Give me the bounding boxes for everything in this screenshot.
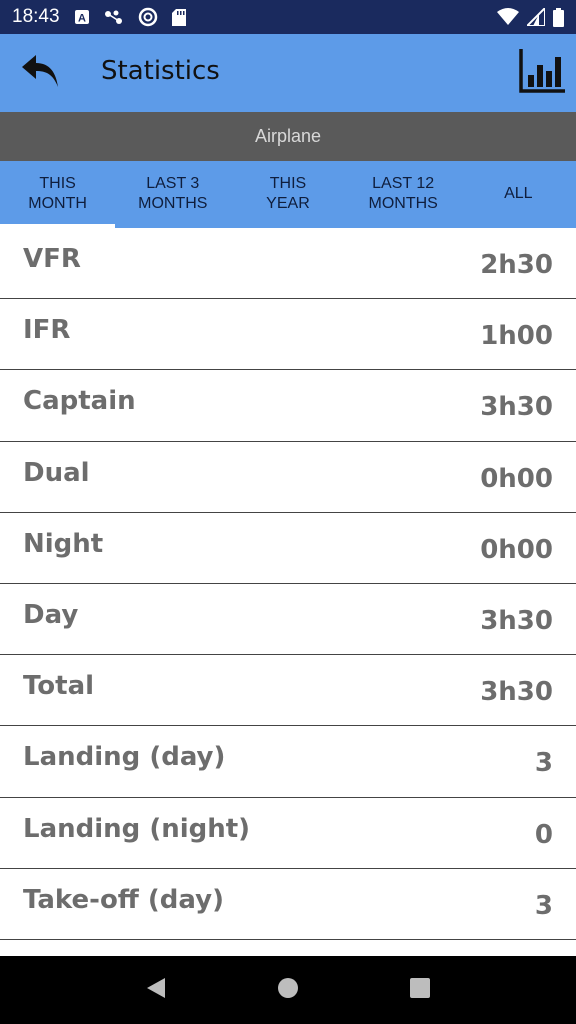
- stat-value: 0h00: [480, 534, 553, 565]
- status-bar: 18:43 A: [0, 0, 576, 34]
- back-button[interactable]: [18, 52, 62, 94]
- stat-value: 2h30: [480, 250, 553, 280]
- stat-row-night: Night 0h00: [0, 512, 576, 584]
- stat-value: 3: [534, 890, 553, 921]
- bar-chart-icon: [519, 48, 565, 98]
- nav-back-icon: [145, 976, 167, 1005]
- stat-value: 0: [534, 819, 553, 850]
- tab-all[interactable]: ALL: [461, 161, 576, 228]
- sync-icon: [138, 7, 158, 27]
- stat-label: Captain: [23, 386, 136, 417]
- stat-label: Night: [23, 528, 104, 559]
- nav-recents-icon: [409, 977, 431, 1004]
- stat-label: Landing (night): [23, 813, 251, 844]
- page-title: Statistics: [101, 56, 220, 86]
- wifi-icon: [497, 8, 519, 26]
- stat-row-captain: Captain 3h30: [0, 370, 576, 442]
- stat-row-landing-night: Landing (night) 0: [0, 797, 576, 869]
- stat-label: Dual: [23, 457, 90, 488]
- stat-label: Take-off (day): [23, 884, 224, 915]
- stat-row-takeoff-day: Take-off (day) 3: [0, 868, 576, 940]
- stats-list: VFR 2h30 IFR 1h00 Captain 3h30 Dual 0h00…: [0, 228, 576, 940]
- nav-recents-button[interactable]: [400, 970, 440, 1010]
- stat-value: 1h00: [480, 321, 553, 352]
- stat-value: 3h30: [480, 677, 553, 708]
- category-header: Airplane: [0, 112, 576, 161]
- back-arrow-icon: [20, 53, 60, 94]
- stat-row-dual: Dual 0h00: [0, 441, 576, 513]
- stat-label: Day: [23, 599, 79, 630]
- app-bar: Statistics: [0, 34, 576, 112]
- stat-value: 3h30: [480, 392, 553, 423]
- sd-card-icon: [171, 8, 186, 26]
- stat-row-total: Total 3h30: [0, 655, 576, 727]
- stat-value: 3h30: [480, 605, 553, 636]
- signal-icon: [527, 8, 545, 26]
- chart-button[interactable]: [518, 48, 566, 98]
- stat-value: 3: [534, 748, 553, 779]
- a-notification-icon: A: [74, 9, 90, 25]
- stat-row-landing-day: Landing (day) 3: [0, 726, 576, 798]
- stat-label: IFR: [23, 315, 71, 346]
- stat-label: Total: [23, 671, 95, 702]
- stat-label: Landing (day): [23, 742, 226, 773]
- tab-this-year[interactable]: THIS YEAR: [230, 161, 345, 228]
- stat-row-vfr: VFR 2h30: [0, 228, 576, 300]
- nav-home-icon: [277, 977, 299, 1004]
- period-tabs: THIS MONTH LAST 3 MONTHS THIS YEAR LAST …: [0, 161, 576, 228]
- tab-last-3-months[interactable]: LAST 3 MONTHS: [115, 161, 230, 228]
- stat-value: 0h00: [480, 463, 553, 494]
- tab-this-month[interactable]: THIS MONTH: [0, 161, 116, 228]
- stat-row-day: Day 3h30: [0, 583, 576, 656]
- nav-home-button[interactable]: [268, 970, 308, 1010]
- status-time: 18:43: [12, 6, 60, 27]
- stat-row-ifr: IFR 1h00: [0, 299, 576, 371]
- nav-back-button[interactable]: [136, 970, 176, 1010]
- tab-last-12-months[interactable]: LAST 12 MONTHS: [346, 161, 461, 228]
- system-nav-bar: [0, 956, 576, 1024]
- battery-icon: [553, 7, 564, 27]
- svg-text:A: A: [78, 13, 86, 25]
- connection-icon: [104, 9, 124, 25]
- stat-label: VFR: [23, 244, 81, 274]
